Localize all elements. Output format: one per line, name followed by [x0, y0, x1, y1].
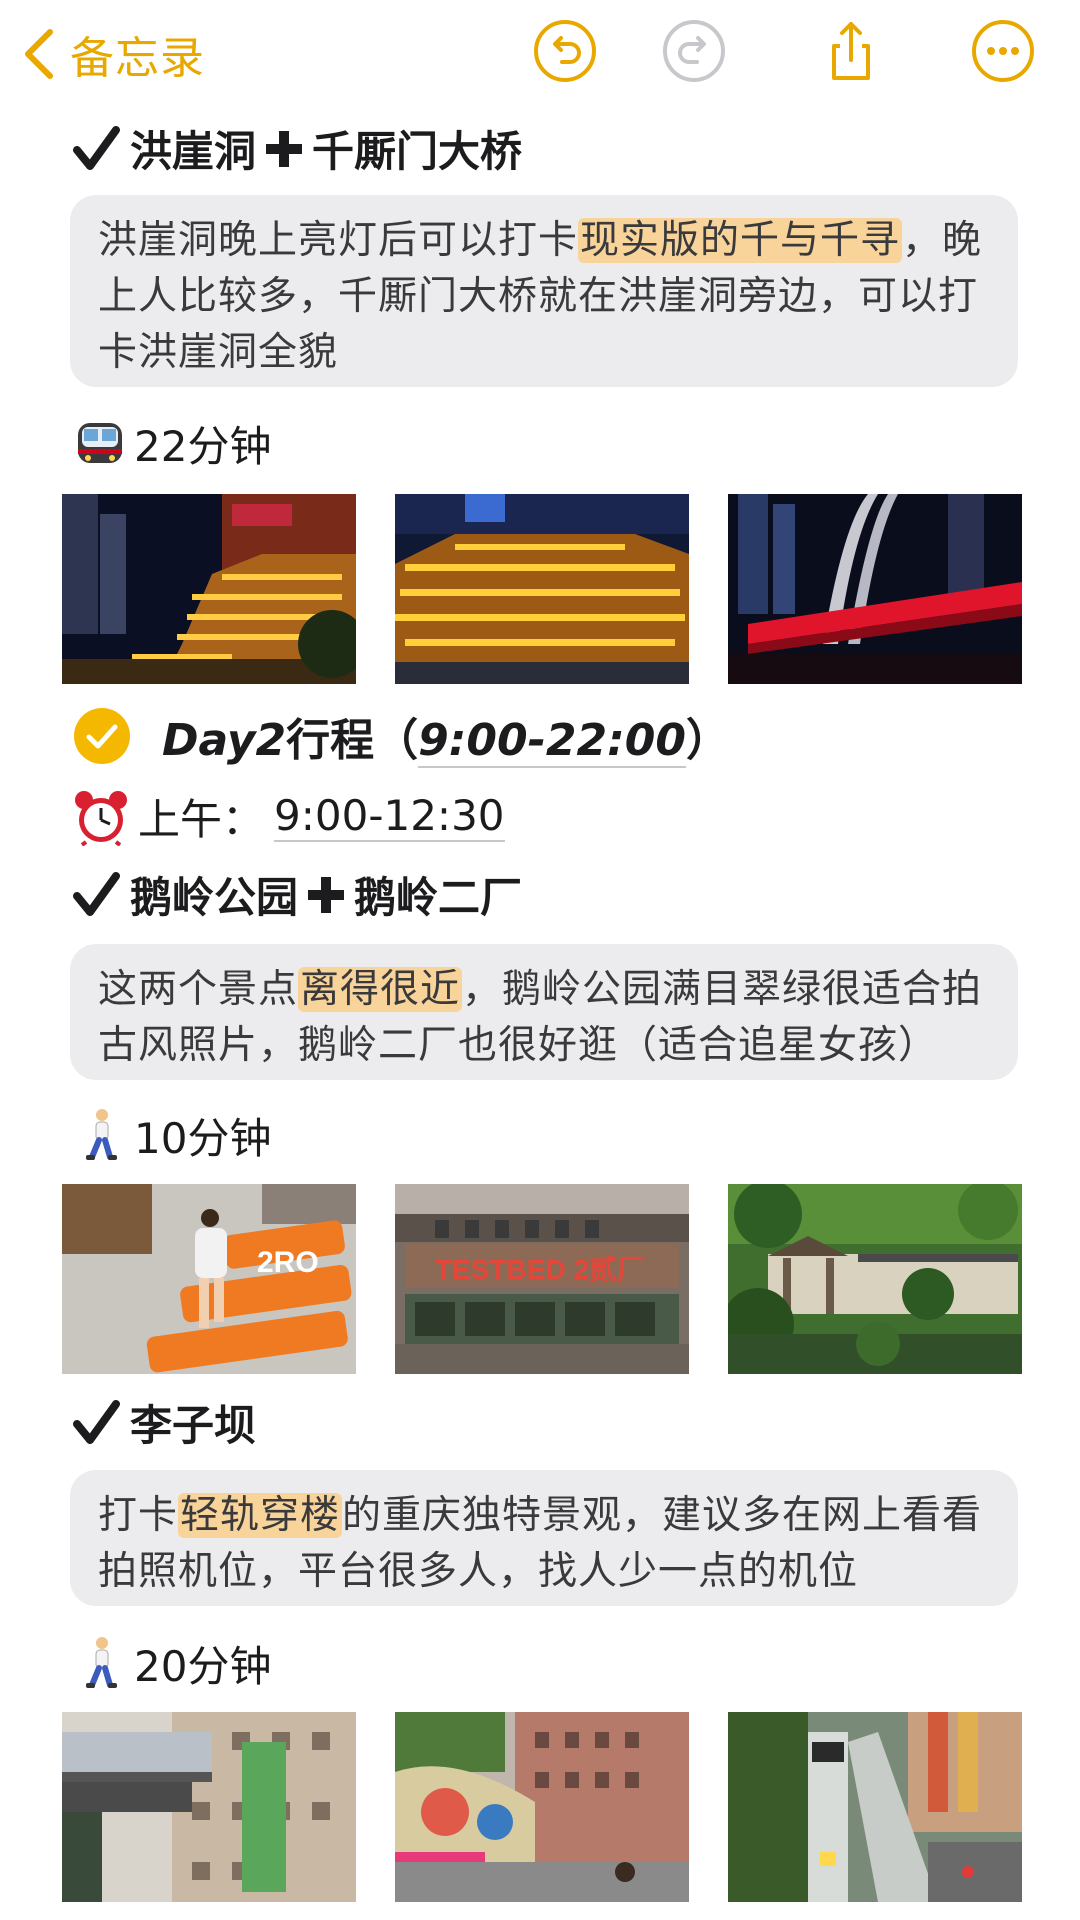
- section-title-a: 鹅岭公园: [130, 873, 299, 922]
- description-box: 洪崖洞晚上亮灯后可以打卡现实版的千与千寻，晚上人比较多，千厮门大桥就在洪崖洞旁边…: [70, 195, 1018, 387]
- night-city-image: [62, 494, 356, 684]
- street-scene-image: [395, 1712, 689, 1902]
- checkmark-icon: [73, 125, 120, 170]
- metro-train-icon: [78, 423, 122, 463]
- section-title-b: 鹅岭二厂: [354, 873, 523, 922]
- checkmark-icon: [73, 1399, 120, 1444]
- photo-liziba-3[interactable]: [728, 1712, 1022, 1902]
- alarm-clock-icon: [75, 790, 127, 846]
- travel-time: 20分钟: [72, 1630, 271, 1696]
- photo-qiansimen-bridge[interactable]: [728, 494, 1022, 684]
- more-icon: [972, 20, 1034, 82]
- desc-text: 打卡: [98, 1493, 179, 1538]
- more-button[interactable]: [970, 18, 1036, 84]
- morning-time: 9:00-12:30: [274, 791, 505, 842]
- plus-icon: [308, 876, 345, 913]
- day-heading: Day2行程（9:00-22:00）: [72, 700, 730, 772]
- street-art-image: 2RO: [62, 1184, 356, 1374]
- section-heading: 鹅岭公园 鹅岭二厂: [72, 864, 522, 925]
- section-heading: 李子坝: [72, 1392, 256, 1453]
- share-button[interactable]: [818, 18, 884, 84]
- plus-icon: [266, 130, 303, 167]
- description-box: 打卡轻轨穿楼的重庆独特景观，建议多在网上看看拍照机位，平台很多人，找人少一点的机…: [70, 1470, 1018, 1606]
- back-button[interactable]: 备忘录: [22, 22, 205, 86]
- section-title-a: 李子坝: [130, 1401, 257, 1450]
- day-time-range: 9:00-22:00: [418, 715, 686, 768]
- day-label-cn: 行程（: [286, 715, 419, 766]
- nav-bar: 备忘录: [0, 0, 1080, 110]
- sign-text: TESTBED 2贰厂: [435, 1254, 645, 1285]
- redo-button[interactable]: [661, 18, 727, 84]
- duration-label: 10分钟: [134, 1113, 272, 1163]
- photo-row: 2RO TESTBED 2贰厂: [62, 1184, 1022, 1374]
- undo-button[interactable]: [532, 18, 598, 84]
- street-art-text: 2RO: [257, 1246, 319, 1279]
- day-title: Day2行程（9:00-22:00）: [162, 704, 730, 768]
- share-icon: [832, 22, 870, 80]
- back-chevron-icon: [25, 29, 53, 79]
- photo-hongyadong-2[interactable]: [395, 494, 689, 684]
- description-box: 这两个景点离得很近，鹅岭公园满目翠绿很适合拍古风照片，鹅岭二厂也很好逛（适合追星…: [70, 944, 1018, 1080]
- photo-liziba-1[interactable]: [62, 1712, 356, 1902]
- section-title-a: 洪崖洞: [130, 127, 257, 176]
- duration-label: 22分钟: [134, 421, 272, 471]
- photo-testbed-2[interactable]: TESTBED 2贰厂: [395, 1184, 689, 1374]
- back-label: 备忘录: [70, 33, 205, 84]
- desc-highlight: 现实版的千与千寻: [578, 218, 903, 263]
- desc-highlight: 离得很近: [298, 967, 463, 1012]
- photo-eling-park[interactable]: [728, 1184, 1022, 1374]
- morning-line: 上午： 9:00-12:30: [72, 786, 505, 847]
- monorail-train-image: [728, 1712, 1022, 1902]
- monorail-building-image: [62, 1712, 356, 1902]
- desc-text: 这两个景点: [98, 967, 299, 1012]
- day-close: ）: [685, 715, 730, 766]
- photo-row: [62, 494, 1022, 684]
- bridge-night-image: [728, 494, 1022, 684]
- checked-circle-icon[interactable]: [72, 706, 132, 766]
- desc-highlight: 轻轨穿楼: [178, 1493, 343, 1538]
- section-heading: 洪崖洞 千厮门大桥: [72, 118, 522, 179]
- walking-person-icon: [86, 1109, 117, 1160]
- duration-label: 20分钟: [134, 1641, 272, 1691]
- desc-text: 洪崖洞晚上亮灯后可以打卡: [98, 218, 579, 263]
- walking-person-icon: [86, 1637, 117, 1688]
- garden-image: [728, 1184, 1022, 1374]
- photo-eling-2ro-street[interactable]: 2RO: [62, 1184, 356, 1374]
- night-city-image: [395, 494, 689, 684]
- day-label: Day2: [162, 715, 287, 766]
- travel-time: 10分钟: [72, 1102, 271, 1168]
- undo-icon: [534, 20, 596, 82]
- redo-icon: [663, 20, 725, 82]
- photo-hongyadong-1[interactable]: [62, 494, 356, 684]
- photo-liziba-2[interactable]: [395, 1712, 689, 1902]
- section-title-b: 千厮门大桥: [312, 127, 523, 176]
- morning-label: 上午：: [138, 795, 265, 844]
- building-sign-image: TESTBED 2贰厂: [395, 1184, 689, 1374]
- photo-row: [62, 1712, 1022, 1902]
- checkmark-icon: [73, 871, 120, 916]
- travel-time: 22分钟: [72, 410, 271, 476]
